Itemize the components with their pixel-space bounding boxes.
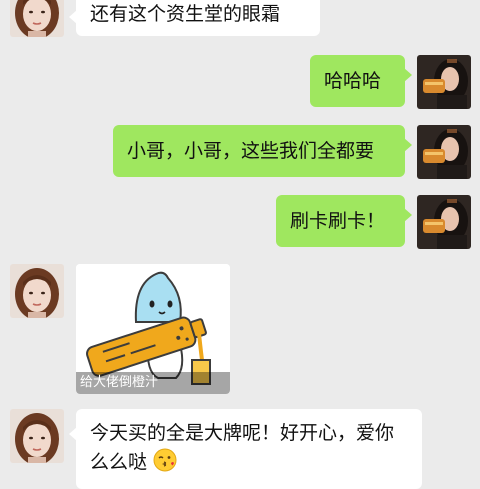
sticker-message[interactable]: 给大佬倒橙汁 <box>76 264 230 394</box>
contact-avatar[interactable] <box>10 409 64 463</box>
girl-avatar-icon <box>10 0 64 37</box>
contact-avatar[interactable] <box>10 0 64 37</box>
chat-window: 还有这个资生堂的眼霜 哈哈哈 小哥，小哥，这些我们全都要 刷卡刷卡！ 给大佬倒橙… <box>0 0 480 489</box>
message-text: 今天买的全是大牌呢！好开心，爱你 <box>90 422 395 444</box>
message-text: 哈哈哈 <box>324 70 382 92</box>
message-bubble[interactable]: 小哥，小哥，这些我们全都要 <box>113 125 412 177</box>
message-bubble[interactable]: 还有这个资生堂的眼霜 <box>69 0 320 36</box>
drinking-girl-avatar-icon <box>417 195 471 249</box>
my-avatar[interactable] <box>417 55 471 109</box>
message-bubble[interactable]: 哈哈哈 <box>310 55 412 107</box>
girl-avatar-icon <box>10 264 64 318</box>
kissing-face-icon <box>153 448 177 472</box>
message-text: 还有这个资生堂的眼霜 <box>90 3 281 25</box>
girl-avatar-icon <box>10 409 64 463</box>
my-avatar[interactable] <box>417 125 471 179</box>
message-text: 刷卡刷卡！ <box>290 210 386 232</box>
message-bubble[interactable]: 今天买的全是大牌呢！好开心，爱你 么么哒 <box>69 409 422 489</box>
my-avatar[interactable] <box>417 195 471 249</box>
sticker-caption: 给大佬倒橙汁 <box>80 375 159 390</box>
message-text-line: 么么哒 <box>90 448 408 475</box>
drinking-girl-avatar-icon <box>417 55 471 109</box>
contact-avatar[interactable] <box>10 264 64 318</box>
drinking-girl-avatar-icon <box>417 125 471 179</box>
message-text: 小哥，小哥，这些我们全都要 <box>127 140 375 162</box>
message-text: 么么哒 <box>90 451 148 473</box>
message-bubble[interactable]: 刷卡刷卡！ <box>276 195 412 247</box>
